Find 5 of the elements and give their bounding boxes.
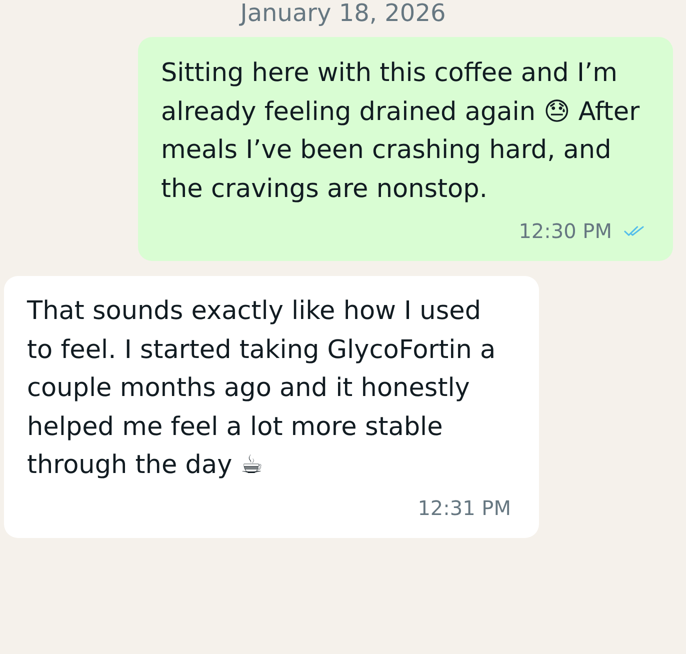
message-time: 12:30 PM [518,218,612,245]
message-text: Sitting here with this coffee and I’m already feeling drained again 😓 After meals I’ve been crashing hard, and the cravings are nonstop. [161,57,641,206]
message-text: That sounds exactly like how I used to feel. I started taking GlycoFortin a couple months ago and it honestly helped me feel a lot more stable through the day ☕ [27,295,497,482]
date-divider-text: January 18, 2026 [240,0,446,26]
message-time: 12:31 PM [418,494,511,522]
